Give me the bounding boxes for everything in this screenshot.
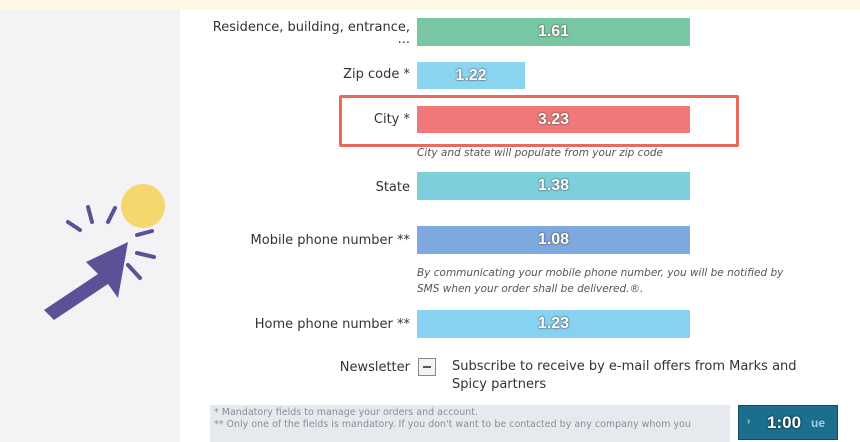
continue-button[interactable]: › ue 1:00 bbox=[738, 405, 838, 440]
mobile-phone-label: Mobile phone number ** bbox=[250, 233, 410, 248]
residence-value: 1.61 bbox=[537, 23, 570, 40]
state-label: State bbox=[375, 180, 410, 195]
left-panel bbox=[0, 10, 180, 442]
arrow-icon: › bbox=[747, 416, 751, 427]
footer-note-1: * Mandatory fields to manage your orders… bbox=[214, 407, 479, 418]
newsletter-checkbox[interactable] bbox=[418, 358, 436, 376]
footer-note-2: ** Only one of the fields is mandatory. … bbox=[214, 419, 691, 430]
newsletter-label: Newsletter bbox=[339, 360, 410, 375]
mobile-hint-line-1: By communicating your mobile phone numbe… bbox=[417, 267, 784, 279]
mobile-phone-value: 1.08 bbox=[537, 231, 570, 248]
continue-button-value: 1:00 bbox=[767, 413, 802, 432]
residence-label: Residence, building, entrance, ... bbox=[212, 20, 410, 47]
click-cursor-icon bbox=[44, 184, 165, 320]
home-phone-value: 1.23 bbox=[537, 315, 570, 332]
city-label: City * bbox=[373, 112, 410, 127]
state-field[interactable]: 1.38 bbox=[417, 172, 690, 200]
home-phone-label: Home phone number ** bbox=[254, 317, 410, 332]
zip-code-label: Zip code * bbox=[343, 67, 410, 82]
zip-code-value: 1.22 bbox=[455, 66, 487, 84]
footer-notes: * Mandatory fields to manage your orders… bbox=[214, 407, 724, 431]
residence-field[interactable]: 1.61 bbox=[417, 18, 690, 46]
mobile-hint-line-2: SMS when your order shall be delivered.®… bbox=[417, 283, 644, 295]
mobile-phone-field[interactable]: 1.08 bbox=[417, 226, 690, 254]
city-field[interactable]: 3.23 bbox=[417, 106, 690, 133]
continue-button-label: ue bbox=[811, 416, 826, 430]
city-value: 3.23 bbox=[537, 110, 570, 128]
zip-code-field[interactable]: 1.22 bbox=[417, 62, 525, 89]
mobile-hint: By communicating your mobile phone numbe… bbox=[417, 265, 807, 297]
home-phone-field[interactable]: 1.23 bbox=[417, 310, 690, 338]
newsletter-text: Subscribe to receive by e-mail offers fr… bbox=[452, 359, 797, 392]
state-value: 1.38 bbox=[537, 177, 570, 194]
city-hint: City and state will populate from your z… bbox=[417, 147, 664, 159]
